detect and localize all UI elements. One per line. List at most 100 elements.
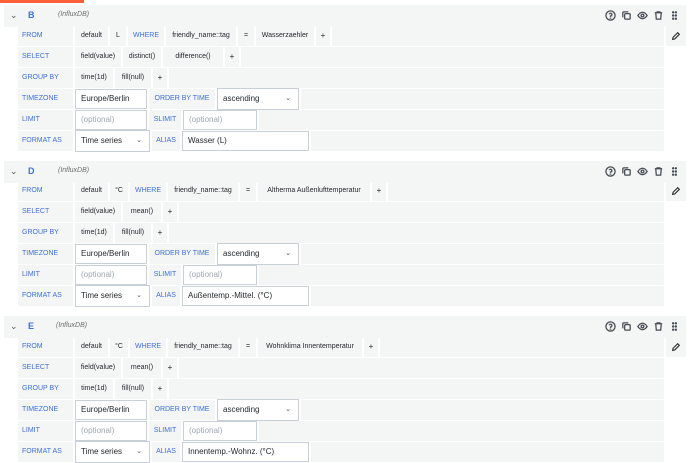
tag-value-segment[interactable]: Wohnklima Innentemperatur — [258, 337, 362, 357]
row-filler — [179, 358, 664, 378]
drag-handle-icon[interactable] — [668, 9, 680, 21]
limit-input[interactable]: (optional) — [75, 421, 147, 441]
slimit-input[interactable]: (optional) — [183, 265, 257, 285]
copy-icon[interactable] — [620, 320, 632, 332]
chevron-down-icon: ⌄ — [136, 137, 142, 144]
format-as-select[interactable]: Time series ⌄ — [75, 285, 150, 307]
eye-icon[interactable] — [636, 320, 648, 332]
group-by-segment[interactable]: time(1d) — [75, 68, 113, 88]
group-by-segment[interactable]: fill(null) — [115, 223, 151, 243]
add-select-button[interactable]: + — [225, 47, 239, 67]
order-by-time-label: ORDER BY TIME — [149, 400, 215, 420]
format-as-select[interactable]: Time series ⌄ — [75, 441, 150, 463]
drag-handle-icon[interactable] — [668, 320, 680, 332]
group-by-segment[interactable]: time(1d) — [75, 223, 113, 243]
timezone-input[interactable]: Europe/Berlin — [75, 400, 147, 420]
group-by-segment[interactable]: fill(null) — [115, 68, 151, 88]
select-segment[interactable]: mean() — [123, 202, 161, 222]
order-by-time-select[interactable]: ascending ⌄ — [217, 243, 299, 265]
query-ref-id[interactable]: E — [28, 321, 34, 331]
from-label: FROM — [18, 26, 73, 46]
limit-input[interactable]: (optional) — [75, 110, 147, 130]
slimit-input[interactable]: (optional) — [183, 110, 257, 130]
group-by-segment[interactable]: fill(null) — [115, 379, 151, 399]
drag-handle-icon[interactable] — [668, 165, 680, 177]
tag-operator-segment[interactable]: = — [238, 26, 254, 46]
collapse-chevron-icon[interactable]: ⌄ — [10, 166, 18, 177]
query-header-d[interactable]: ⌄ D (InfluxDB) — [4, 161, 686, 183]
format-as-value: Time series — [81, 136, 123, 145]
timezone-input[interactable]: Europe/Berlin — [75, 89, 147, 109]
pencil-icon — [671, 342, 681, 352]
retention-policy-segment[interactable]: default — [75, 26, 108, 46]
chevron-down-icon: ⌄ — [285, 95, 291, 102]
tag-value-segment[interactable]: Altherma Außenlufttemperatur — [258, 181, 370, 201]
alias-input[interactable]: Außentemp.-Mittel. (°C) — [182, 286, 309, 306]
help-icon[interactable] — [604, 9, 616, 21]
query-ref-id[interactable]: D — [28, 166, 35, 176]
add-group-by-button[interactable]: + — [153, 68, 167, 88]
retention-policy-segment[interactable]: default — [75, 337, 108, 357]
order-by-time-value: ascending — [223, 94, 260, 103]
select-segment[interactable]: field(value) — [75, 202, 121, 222]
select-segment[interactable]: field(value) — [75, 47, 121, 67]
tag-key-segment[interactable]: friendly_name::tag — [166, 26, 236, 46]
alias-input[interactable]: Innentemp.-Wohnz. (°C) — [182, 442, 309, 462]
query-ref-id[interactable]: B — [28, 10, 35, 20]
select-segment[interactable]: difference() — [163, 47, 223, 67]
order-by-time-select[interactable]: ascending ⌄ — [217, 88, 299, 110]
add-tag-button[interactable]: + — [372, 181, 386, 201]
timezone-label: TIMEZONE — [18, 244, 73, 264]
help-icon[interactable] — [604, 320, 616, 332]
row-filler — [241, 47, 664, 67]
edit-query-mode-button[interactable] — [666, 337, 686, 357]
format-as-select[interactable]: Time series ⌄ — [75, 130, 150, 152]
tag-value-segment[interactable]: Wasserzaehler — [256, 26, 314, 46]
edit-query-mode-button[interactable] — [666, 26, 686, 46]
collapse-chevron-icon[interactable]: ⌄ — [10, 321, 18, 332]
add-tag-button[interactable]: + — [364, 337, 378, 357]
order-by-time-select[interactable]: ascending ⌄ — [217, 399, 299, 421]
edit-query-mode-button[interactable] — [666, 181, 686, 201]
group-by-label: GROUP BY — [18, 379, 73, 399]
add-tag-button[interactable]: + — [316, 26, 330, 46]
format-as-label: FORMAT AS — [18, 442, 73, 462]
group-by-segment[interactable]: time(1d) — [75, 379, 113, 399]
active-tab-accent — [0, 0, 84, 3]
select-segment[interactable]: mean() — [123, 358, 161, 378]
timezone-input[interactable]: Europe/Berlin — [75, 244, 147, 264]
measurement-segment[interactable]: °C — [110, 337, 128, 357]
tag-operator-segment[interactable]: = — [240, 337, 256, 357]
measurement-segment[interactable]: L — [110, 26, 126, 46]
select-segment[interactable]: distinct() — [123, 47, 161, 67]
add-select-button[interactable]: + — [163, 358, 177, 378]
help-icon[interactable] — [604, 165, 616, 177]
add-select-button[interactable]: + — [163, 202, 177, 222]
limit-input[interactable]: (optional) — [75, 265, 147, 285]
measurement-segment[interactable]: °C — [110, 181, 128, 201]
eye-icon[interactable] — [636, 165, 648, 177]
collapse-chevron-icon[interactable]: ⌄ — [10, 10, 18, 21]
row-filler — [301, 244, 664, 264]
alias-input[interactable]: Wasser (L) — [182, 131, 309, 151]
tag-key-segment[interactable]: friendly_name::tag — [168, 181, 238, 201]
copy-icon[interactable] — [620, 9, 632, 21]
slimit-input[interactable]: (optional) — [183, 421, 257, 441]
trash-icon[interactable] — [652, 320, 664, 332]
query-header-e[interactable]: ⌄ E (InfluxDB) — [4, 316, 686, 338]
row-filler — [259, 110, 664, 130]
copy-icon[interactable] — [620, 165, 632, 177]
trash-icon[interactable] — [652, 9, 664, 21]
retention-policy-segment[interactable]: default — [75, 181, 108, 201]
eye-icon[interactable] — [636, 9, 648, 21]
query-header-b[interactable]: ⌄ B (InfluxDB) — [4, 5, 686, 27]
add-group-by-button[interactable]: + — [153, 223, 167, 243]
select-segment[interactable]: field(value) — [75, 358, 121, 378]
row-filler — [388, 181, 664, 201]
tag-key-segment[interactable]: friendly_name::tag — [168, 337, 238, 357]
trash-icon[interactable] — [652, 165, 664, 177]
add-group-by-button[interactable]: + — [153, 379, 167, 399]
select-label: SELECT — [18, 47, 73, 67]
row-filler — [259, 265, 664, 285]
tag-operator-segment[interactable]: = — [240, 181, 256, 201]
